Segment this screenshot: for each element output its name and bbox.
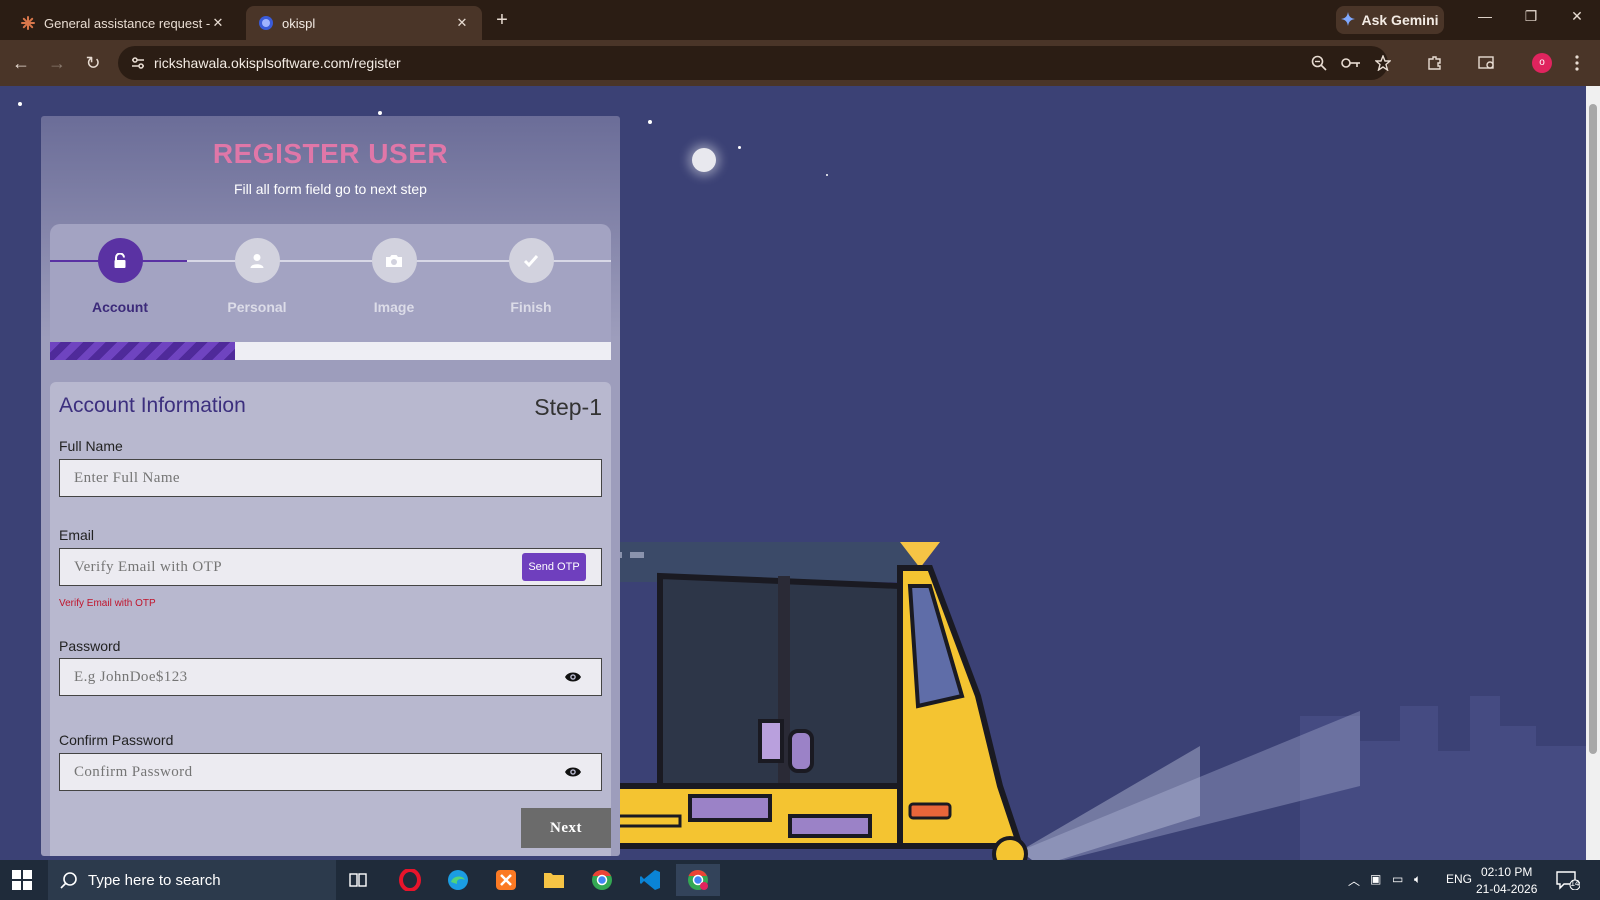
- send-otp-button[interactable]: Send OTP: [522, 553, 586, 581]
- step-account[interactable]: Account: [50, 238, 190, 315]
- tab-search-icon[interactable]: [1476, 52, 1498, 74]
- opera-app-icon[interactable]: [388, 864, 432, 896]
- email-error-message: Verify Email with OTP: [59, 598, 156, 609]
- form-step-label: Step-1: [534, 394, 602, 420]
- confirm-password-input[interactable]: [59, 753, 602, 791]
- email-label: Email: [59, 527, 95, 543]
- xampp-app-icon[interactable]: [484, 864, 528, 896]
- page-subtitle: Fill all form field go to next step: [234, 181, 427, 197]
- notification-count: 14: [1570, 879, 1580, 888]
- zoom-icon[interactable]: [1308, 52, 1330, 74]
- meet-now-icon[interactable]: ▣: [1370, 872, 1381, 886]
- browser-tab-bar: General assistance request - Cla ✕ okisp…: [0, 0, 1600, 40]
- step-label: Image: [373, 299, 415, 315]
- okispl-favicon-icon: [258, 15, 274, 31]
- tab-title: General assistance request - Cla: [44, 15, 210, 31]
- user-icon: [234, 238, 280, 283]
- full-name-label: Full Name: [59, 438, 123, 454]
- site-info-icon[interactable]: [130, 55, 146, 74]
- profile-avatar[interactable]: o: [1532, 53, 1552, 73]
- search-icon: [60, 871, 78, 893]
- ask-gemini-label: Ask Gemini: [1361, 12, 1439, 28]
- show-hidden-icons-chevron-icon[interactable]: ︿: [1348, 872, 1360, 889]
- file-explorer-icon[interactable]: [532, 864, 576, 896]
- star-decoration: [18, 102, 22, 106]
- confirm-password-label: Confirm Password: [59, 732, 174, 748]
- minimize-icon[interactable]: —: [1470, 8, 1500, 24]
- password-label: Password: [59, 638, 121, 654]
- scrollbar-thumb[interactable]: [1589, 104, 1597, 754]
- password-input[interactable]: [59, 658, 602, 696]
- bookmark-star-icon[interactable]: [1372, 52, 1394, 74]
- show-confirm-password-eye-icon[interactable]: [563, 762, 583, 782]
- check-icon: [508, 238, 554, 283]
- browser-toolbar: ← → ↻ rickshawala.okisplsoftware.com/reg…: [0, 40, 1600, 86]
- password-key-icon[interactable]: [1340, 52, 1362, 74]
- page-title: REGISTER USER: [212, 138, 449, 169]
- step-label: Personal: [227, 299, 287, 315]
- moon-decoration: [692, 148, 716, 172]
- star-decoration: [738, 146, 741, 149]
- language-indicator[interactable]: ENG: [1446, 872, 1472, 886]
- restore-icon[interactable]: ❐: [1516, 8, 1546, 25]
- form-heading: Account Information: [59, 394, 246, 417]
- browser-tab-okispl[interactable]: okispl ✕: [246, 6, 482, 40]
- taskbar-search[interactable]: Type here to search: [48, 860, 336, 900]
- volume-icon[interactable]: 🔈︎: [1414, 872, 1421, 887]
- clock-date: 21-04-2026: [1476, 882, 1538, 896]
- reload-icon[interactable]: ↻: [80, 50, 106, 76]
- task-view-icon[interactable]: [336, 864, 380, 896]
- progress-bar-fill: [50, 342, 236, 360]
- close-tab-icon[interactable]: ✕: [210, 15, 226, 31]
- close-window-icon[interactable]: ✕: [1562, 8, 1592, 25]
- account-form: Account Information Step-1 Full Name Ema…: [50, 382, 611, 856]
- close-tab-icon[interactable]: ✕: [454, 15, 470, 31]
- url-text: rickshawala.okisplsoftware.com/register: [154, 55, 401, 71]
- network-icon[interactable]: ▭: [1392, 872, 1403, 886]
- show-password-eye-icon[interactable]: [563, 667, 583, 687]
- vscode-app-icon[interactable]: [628, 864, 672, 896]
- ask-gemini-button[interactable]: Ask Gemini: [1336, 6, 1444, 34]
- forward-icon[interactable]: →: [44, 50, 70, 76]
- page-scrollbar[interactable]: [1586, 86, 1600, 860]
- claude-favicon-icon: [20, 15, 36, 31]
- star-decoration: [378, 111, 382, 115]
- step-personal[interactable]: Personal: [187, 238, 327, 315]
- star-decoration: [648, 120, 652, 124]
- camera-icon: [371, 238, 417, 283]
- email-input[interactable]: [59, 548, 602, 586]
- step-label: Account: [92, 299, 148, 315]
- step-image[interactable]: Image: [324, 238, 464, 315]
- browser-menu-icon[interactable]: [1566, 52, 1588, 74]
- progress-bar: [50, 342, 611, 360]
- lock-icon: [97, 238, 143, 283]
- page-viewport: REGISTER USER Fill all form field go to …: [0, 86, 1586, 860]
- browser-tab-claude[interactable]: General assistance request - Cla ✕: [8, 6, 238, 40]
- windows-start-icon[interactable]: [12, 870, 32, 895]
- chrome-active-app-icon[interactable]: [676, 864, 720, 896]
- taskbar-clock[interactable]: 02:10 PM 21-04-2026: [1476, 864, 1537, 898]
- back-icon[interactable]: ←: [8, 50, 34, 76]
- rickshaw-illustration: [600, 542, 1586, 860]
- clock-time: 02:10 PM: [1481, 865, 1533, 879]
- gemini-sparkle-icon: [1341, 11, 1356, 29]
- windows-taskbar: Type here to search ︿ ▣ ▭ 🔈︎ ENG 02:10 P…: [0, 860, 1600, 900]
- edge-app-icon[interactable]: [436, 864, 480, 896]
- chrome-app-icon[interactable]: [580, 864, 624, 896]
- extensions-puzzle-icon[interactable]: [1424, 52, 1446, 74]
- notification-center-icon[interactable]: 14: [1556, 870, 1581, 895]
- step-finish[interactable]: Finish: [461, 238, 601, 315]
- new-tab-button[interactable]: +: [490, 8, 514, 32]
- address-bar[interactable]: rickshawala.okisplsoftware.com/register: [118, 46, 1388, 80]
- next-button[interactable]: Next: [521, 808, 611, 848]
- star-decoration: [826, 174, 828, 176]
- search-placeholder: Type here to search: [88, 871, 221, 889]
- tab-title: okispl: [282, 15, 316, 31]
- full-name-input[interactable]: [59, 459, 602, 497]
- register-card: REGISTER USER Fill all form field go to …: [41, 116, 620, 856]
- stepper: Account Personal Image Finish: [50, 224, 611, 360]
- step-label: Finish: [510, 299, 552, 315]
